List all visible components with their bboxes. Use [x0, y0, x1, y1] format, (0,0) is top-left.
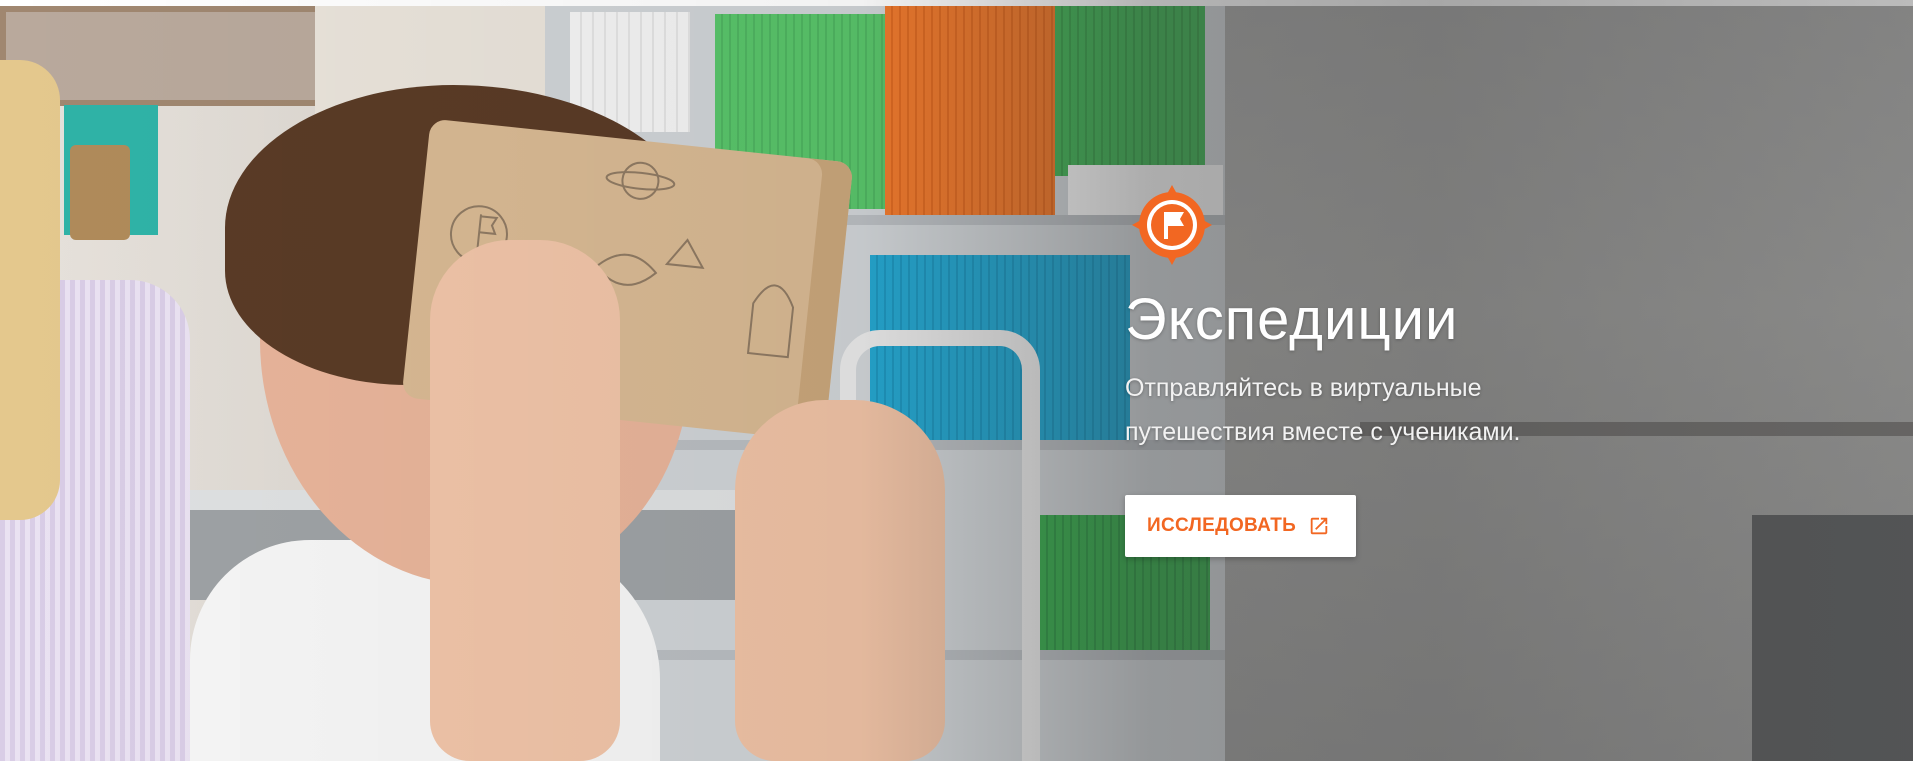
expeditions-hero: Экспедиции Отправляйтесь в виртуальные п… [0, 0, 1913, 761]
hero-subtitle: Отправляйтесь в виртуальные путешествия … [1125, 366, 1645, 454]
page-title: Экспедиции [1125, 287, 1459, 352]
hero-content: Экспедиции Отправляйтесь в виртуальные п… [1125, 182, 1645, 557]
subtitle-line-2: путешествия вместе с учениками. [1125, 418, 1521, 446]
explore-button[interactable]: ИССЛЕДОВАТЬ [1125, 495, 1357, 557]
subtitle-line-1: Отправляйтесь в виртуальные [1125, 374, 1482, 402]
expedition-flag-compass-icon [1132, 185, 1212, 265]
open-in-new-icon [1310, 517, 1328, 535]
explore-button-label: ИССЛЕДОВАТЬ [1147, 515, 1297, 536]
